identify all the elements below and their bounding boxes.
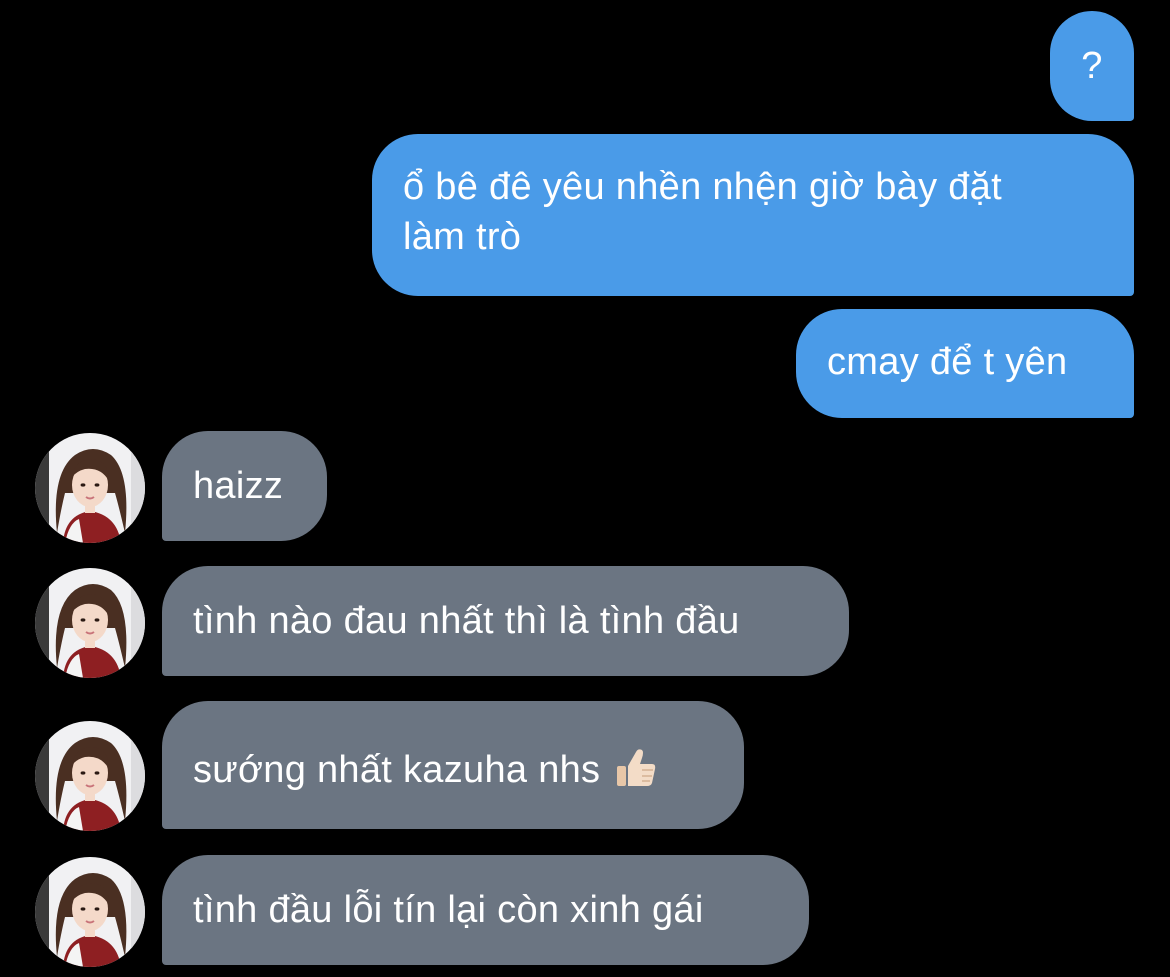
sent-message-1[interactable]: ?	[1050, 11, 1134, 121]
message-text-line-1: ổ bê đê yêu nhền nhện giờ bày đặt	[403, 166, 1002, 208]
contact-avatar[interactable]	[35, 857, 145, 967]
contact-avatar[interactable]	[35, 433, 145, 543]
message-text-line-2: làm trò	[403, 216, 522, 258]
message-text: tình đầu lỗi tín lại còn xinh gái	[193, 889, 704, 931]
received-message-3[interactable]: sướng nhất kazuha nhs	[162, 701, 744, 829]
contact-avatar[interactable]	[35, 568, 145, 678]
message-text: ?	[1081, 45, 1103, 87]
message-text: tình nào đau nhất thì là tình đầu	[193, 600, 740, 642]
received-message-2[interactable]: tình nào đau nhất thì là tình đầu	[162, 566, 849, 676]
message-text: sướng nhất kazuha nhs	[193, 749, 601, 791]
message-text: haizz	[193, 465, 284, 507]
thumbs-up-icon	[614, 746, 658, 790]
received-message-1[interactable]: haizz	[162, 431, 327, 541]
sent-message-3[interactable]: cmay để t yên	[796, 309, 1134, 418]
contact-avatar[interactable]	[35, 721, 145, 831]
received-message-4[interactable]: tình đầu lỗi tín lại còn xinh gái	[162, 855, 809, 965]
sent-message-2[interactable]: ổ bê đê yêu nhền nhện giờ bày đặt làm tr…	[372, 134, 1134, 296]
message-text: cmay để t yên	[827, 341, 1068, 383]
